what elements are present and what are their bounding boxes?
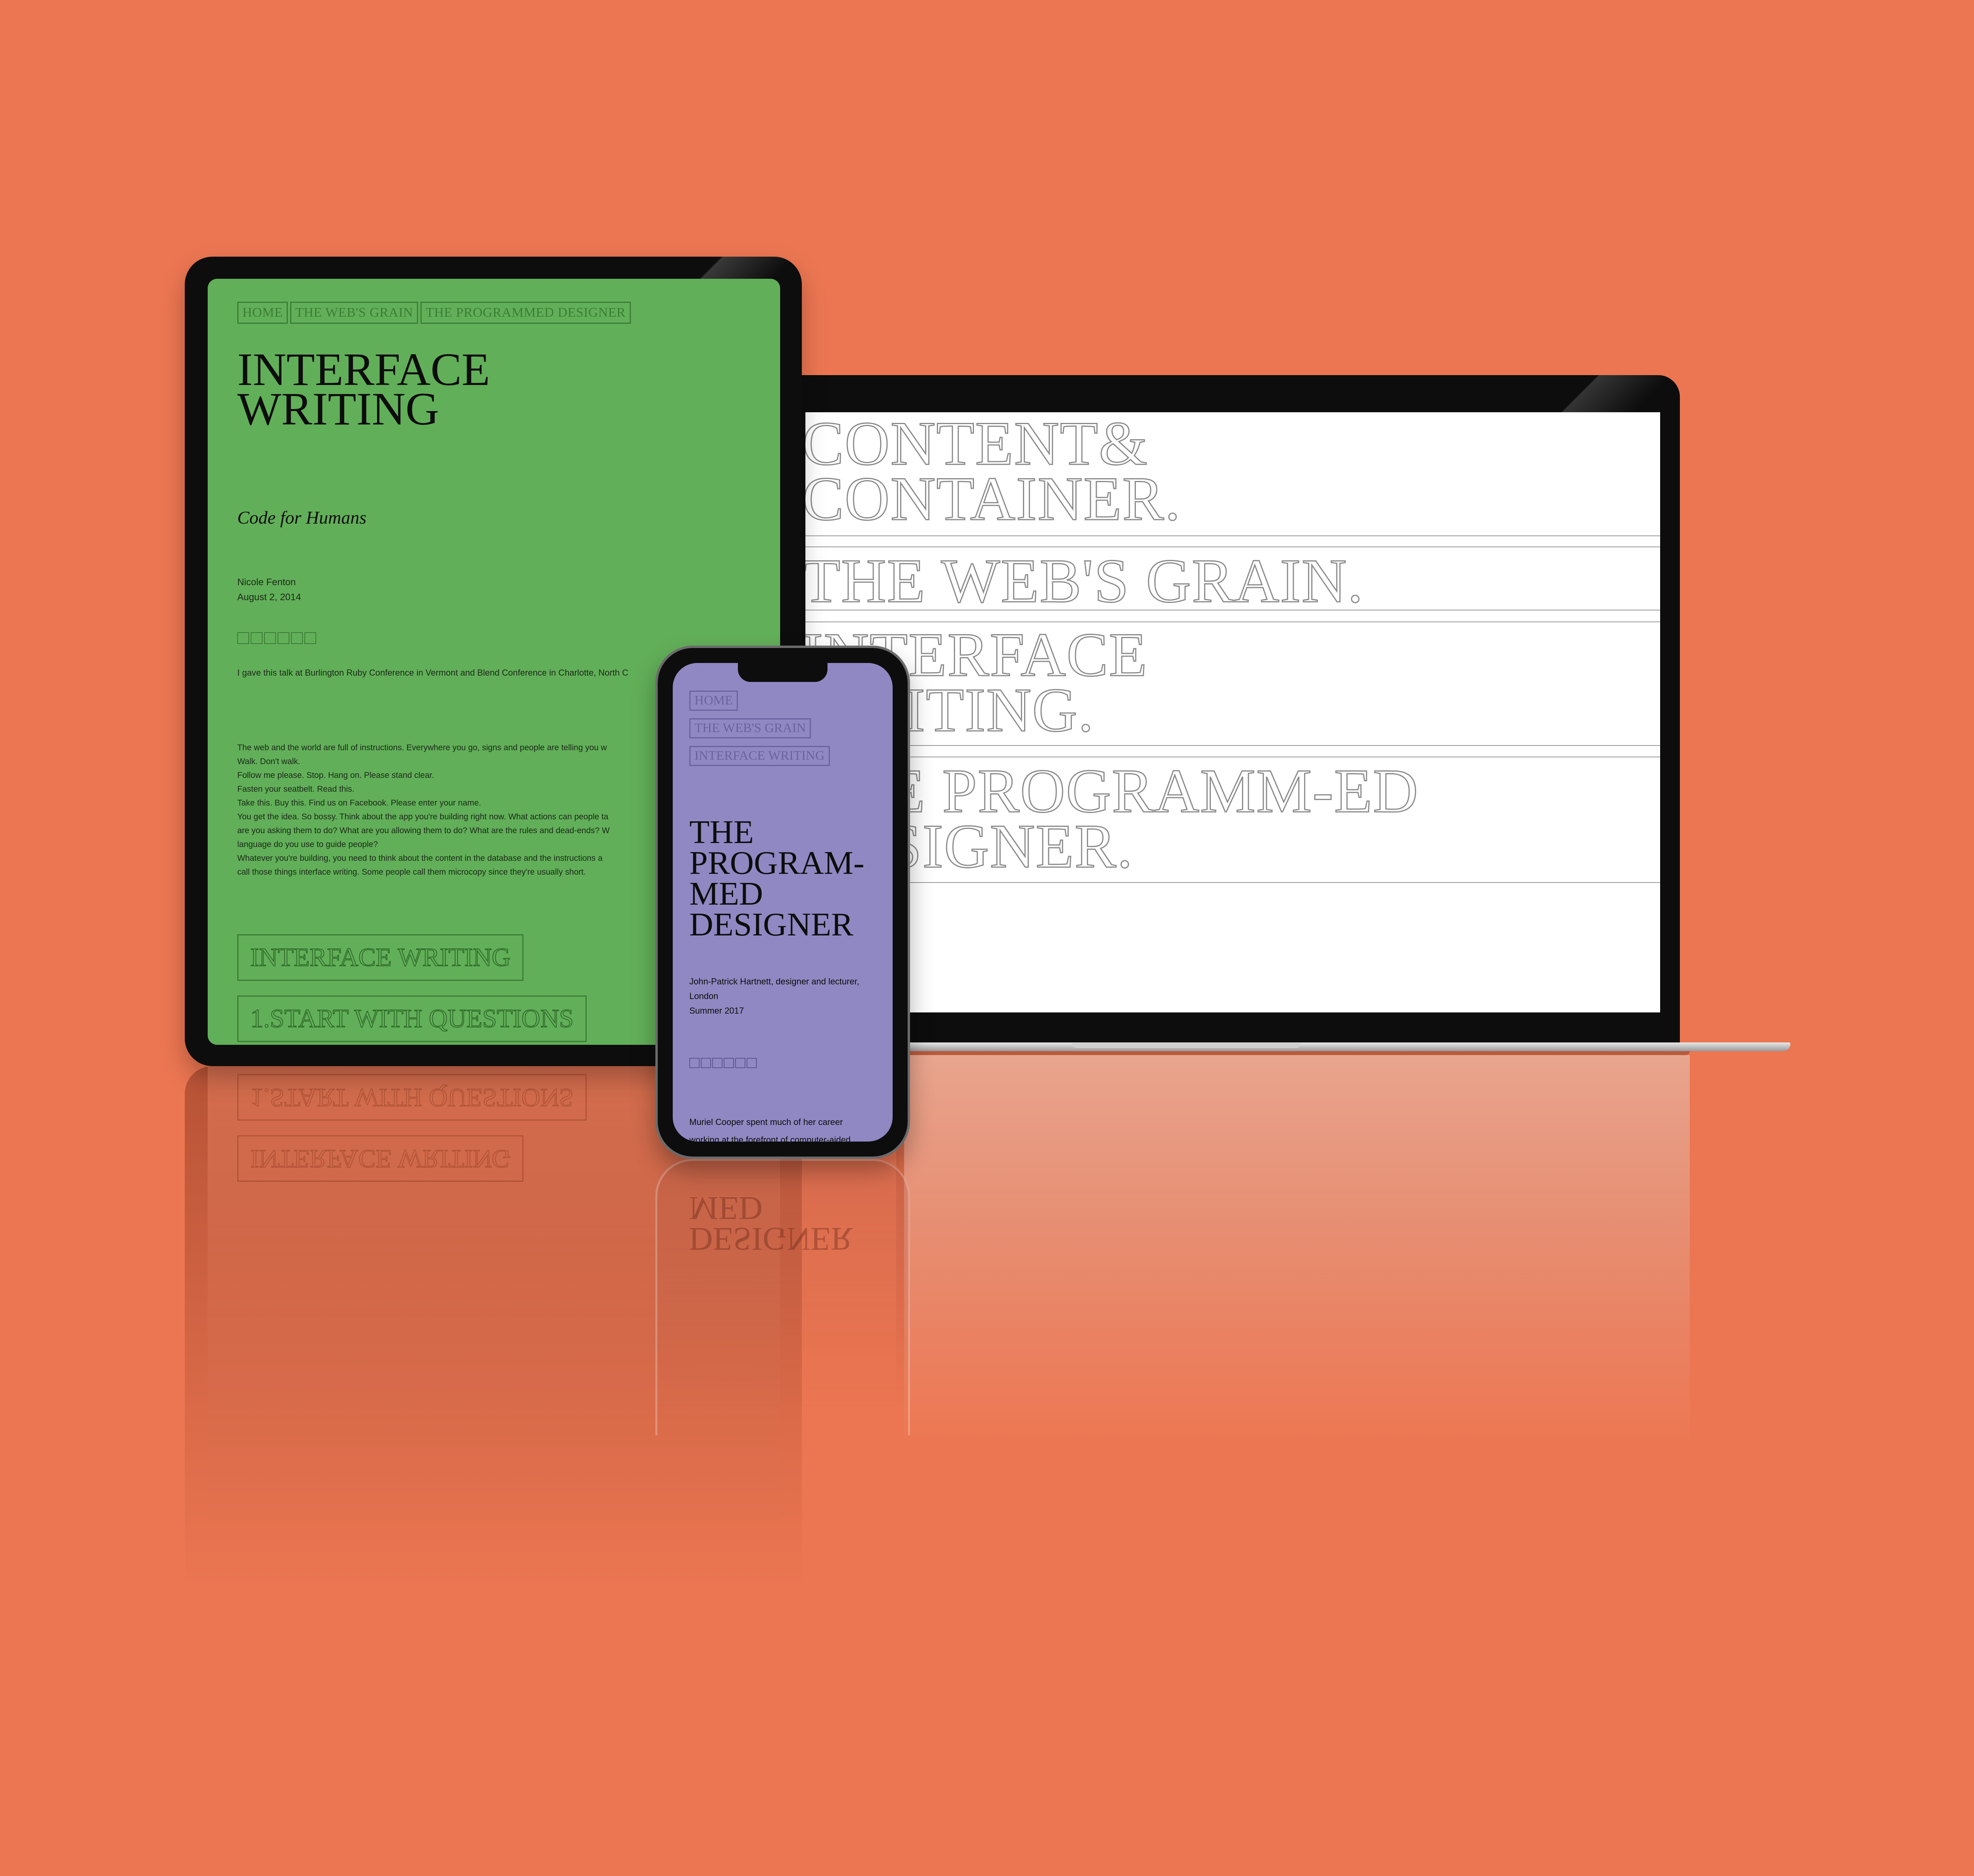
share-icon[interactable] [747,1058,757,1068]
phone-screen: HOME THE WEB'S GRAIN INTERFACE WRITING T… [673,663,893,1142]
share-icon[interactable] [278,632,289,644]
laptop-divider [805,745,1660,746]
phone-page-title: THE PROGRAM- MED DESIGNER [689,814,893,943]
phone-reflection-title-line: DESIGNER [689,1221,853,1257]
phone-device: HOME THE WEB'S GRAIN INTERFACE WRITING T… [655,646,910,1159]
phone-nav-home[interactable]: HOME [689,691,738,711]
tablet-nav-webs-grain[interactable]: THE WEB'S GRAIN [290,302,418,324]
phone-author: John-Patrick Hartnett, designer and lect… [689,976,859,986]
laptop-screen: CONTENT& CONTAINER. THE WEB'S GRAIN. INT… [805,412,1660,1012]
tablet-nav: HOME THE WEB'S GRAIN THE PROGRAMMED DESI… [237,302,631,324]
laptop-reflection-shadow [896,1055,1690,1410]
laptop-item-line: THE WEB'S GRAIN. [805,546,1364,616]
phone-body-line: Muriel Cooper spent much of her career [689,1117,843,1127]
share-icon[interactable] [291,632,303,644]
laptop-opening-notch [1072,1043,1301,1048]
share-icon[interactable] [735,1058,745,1068]
laptop-item-webs-grain[interactable]: THE WEB'S GRAIN. [805,546,1364,616]
device-mockup-scene: 1.START WITH QUESTIONS INTERFACE WRITING… [0,0,1974,1876]
share-icon[interactable] [264,632,276,644]
tablet-page-title: INTERFACE WRITING [237,346,593,435]
laptop-foot [896,1051,1690,1055]
phone-nav-interface-writing[interactable]: INTERFACE WRITING [689,746,830,766]
phone-nav: HOME THE WEB'S GRAIN INTERFACE WRITING [689,691,830,774]
tablet-author: Nicole Fenton [237,577,296,588]
phone-title-line: PROGRAM- [689,845,865,881]
tablet-section-start-with-questions[interactable]: 1.START WITH QUESTIONS [237,995,587,1042]
tablet-reflection-section2: 1.START WITH QUESTIONS [237,1074,587,1121]
phone-nav-webs-grain[interactable]: THE WEB'S GRAIN [689,718,811,738]
phone-reflection: DESIGNER MED [655,1159,910,1435]
share-icon[interactable] [712,1058,722,1068]
tablet-subtitle: Code for Humans [237,507,367,528]
phone-body: Muriel Cooper spent much of her career w… [689,1113,887,1142]
laptop-reflection [904,1055,1690,1442]
phone-reflection-title: DESIGNER MED [689,1190,853,1257]
share-icon[interactable] [689,1058,700,1068]
share-icon[interactable] [237,632,249,644]
tablet-title-line: WRITING [237,383,439,435]
tablet-reflection-section1: INTERFACE WRITING [237,1135,524,1182]
phone-byline: John-Patrick Hartnett, designer and lect… [689,974,887,1018]
tablet-date: August 2, 2014 [237,592,301,603]
phone-date: Summer 2017 [689,1006,744,1016]
phone-reflection-title-line: MED [689,1190,763,1226]
laptop-item-line: CONTENT& [805,412,1148,478]
phone-author-location: London [689,991,719,1001]
phone-title-line: DESIGNER [689,906,854,943]
share-icon[interactable] [251,632,263,644]
share-icon[interactable] [724,1058,734,1068]
phone-body-line: working at the forefront of computer-aid… [689,1135,851,1142]
share-icon[interactable] [304,632,316,644]
tablet-share-icons [237,632,316,644]
tablet-section-interface-writing[interactable]: INTERFACE WRITING [237,934,524,981]
phone-notch [738,663,828,682]
phone-title-line: THE [689,814,754,851]
phone-share-icons [689,1058,757,1068]
tablet-nav-programmed-designer[interactable]: THE PROGRAMMED DESIGNER [420,302,631,324]
tablet-nav-home[interactable]: HOME [237,302,288,324]
tablet-byline: Nicole Fenton August 2, 2014 [237,575,301,605]
laptop-item-content-container[interactable]: CONTENT& CONTAINER. [805,412,1181,533]
laptop-divider [805,882,1660,883]
phone-title-line: MED [689,875,763,912]
share-icon[interactable] [701,1058,711,1068]
laptop-divider [805,535,1660,536]
laptop-item-line: CONTAINER. [805,464,1181,533]
